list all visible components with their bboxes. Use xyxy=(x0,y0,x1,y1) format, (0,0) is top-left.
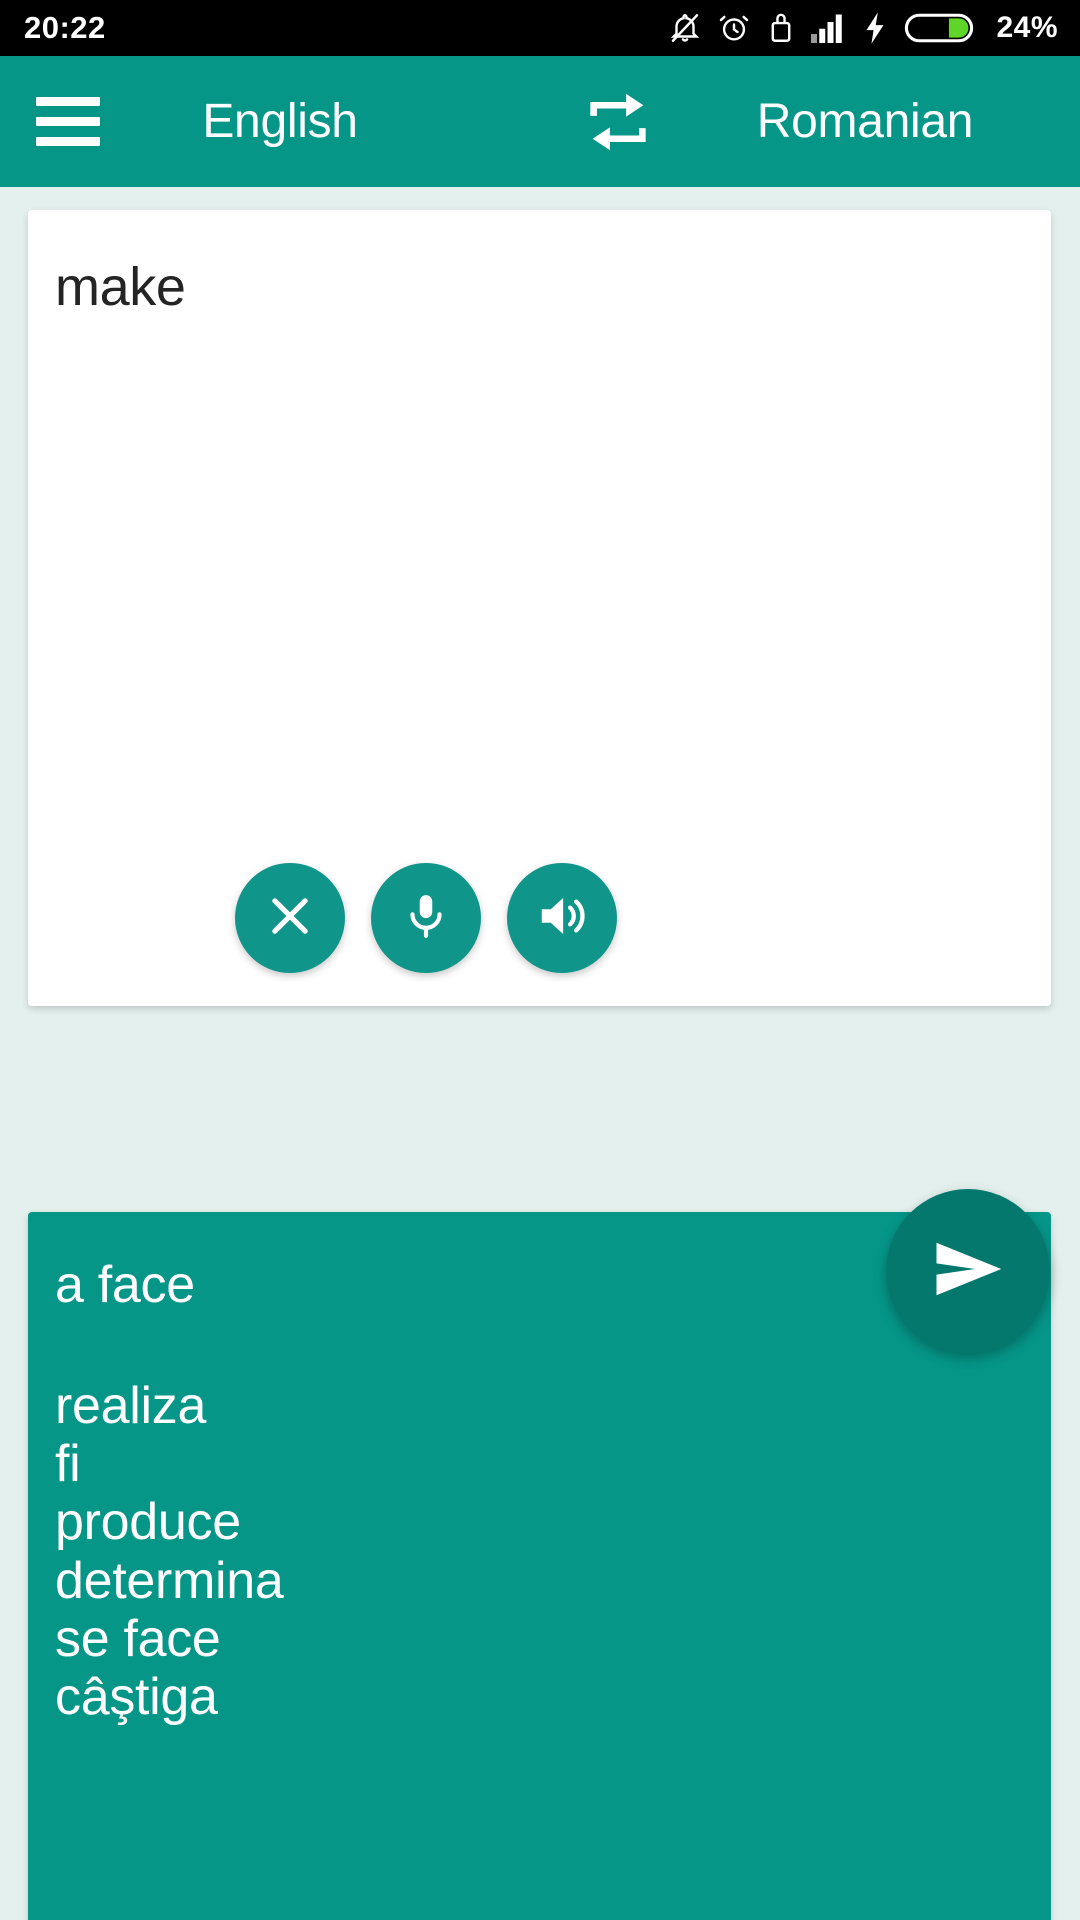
target-language-selector[interactable]: Romanian xyxy=(650,94,1080,149)
speak-source-button[interactable] xyxy=(506,863,617,973)
list-item: realiza xyxy=(55,1377,207,1435)
result-card: a face realiza fi produce determina se f… xyxy=(28,1212,1051,1920)
battery-percent-label: 24% xyxy=(996,11,1058,44)
primary-translation: a face xyxy=(55,1256,195,1314)
source-text-input[interactable]: make xyxy=(55,254,1011,322)
source-language-selector[interactable]: English xyxy=(0,94,560,149)
voice-input-button[interactable] xyxy=(370,863,481,973)
status-bar: 20:22 24% xyxy=(0,0,1080,56)
close-x-icon xyxy=(264,890,316,947)
status-time: 20:22 xyxy=(24,10,106,45)
list-item: se face xyxy=(55,1609,221,1668)
charging-bolt-icon xyxy=(862,11,888,45)
alarm-icon xyxy=(717,11,751,45)
source-action-bar xyxy=(28,863,1051,973)
list-item: câştiga xyxy=(55,1668,218,1727)
send-arrow-icon xyxy=(926,1227,1010,1316)
battery-icon xyxy=(903,11,975,45)
clear-button[interactable] xyxy=(234,863,345,973)
alternative-translations-list: realiza fi produce determina se face câş… xyxy=(55,1377,1021,1726)
swap-languages-icon[interactable] xyxy=(578,82,658,162)
list-item: determina xyxy=(55,1551,284,1610)
usb-icon xyxy=(766,11,796,45)
send-button[interactable] xyxy=(886,1189,1050,1353)
app-bar: English Romanian xyxy=(0,56,1080,187)
main-content: make a face realiza fi produce determina… xyxy=(0,187,1080,1920)
signal-bars-icon xyxy=(811,13,847,43)
speaker-icon xyxy=(535,889,589,948)
list-item: fi xyxy=(55,1435,81,1494)
list-item: produce xyxy=(55,1493,241,1552)
microphone-icon xyxy=(401,891,451,946)
notifications-off-icon xyxy=(668,11,702,45)
source-text-card: make xyxy=(28,210,1051,1006)
status-icon-tray: 24% xyxy=(668,11,1058,45)
